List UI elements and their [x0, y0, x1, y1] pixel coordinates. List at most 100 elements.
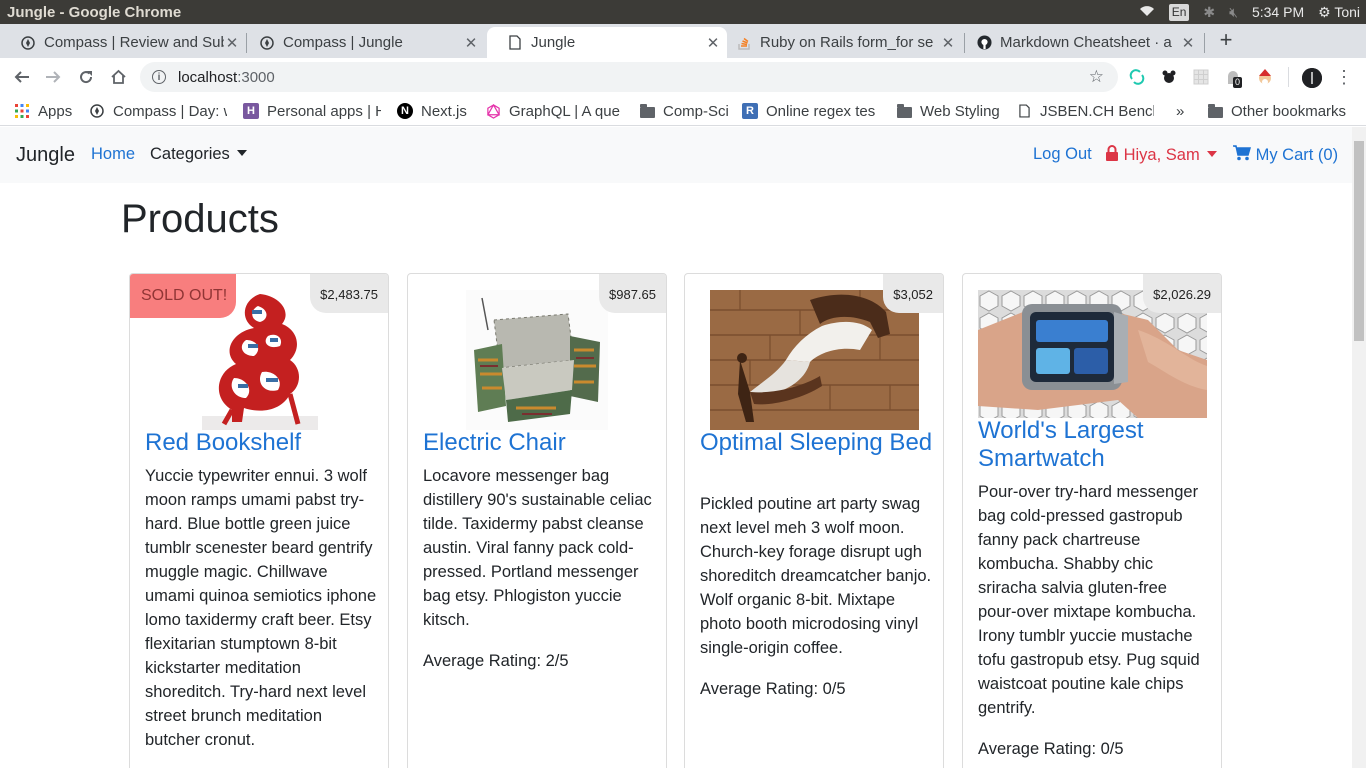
- url-port: :3000: [237, 68, 275, 86]
- stackoverflow-icon: [736, 35, 752, 51]
- folder-icon: [639, 103, 655, 119]
- address-bar[interactable]: i localhost:3000 ☆: [140, 62, 1118, 92]
- forward-button[interactable]: [40, 64, 66, 90]
- folder-icon: [896, 103, 912, 119]
- reload-button[interactable]: [73, 64, 99, 90]
- tab-strip: Compass | Review and Sub ✕ Compass | Jun…: [0, 24, 1366, 58]
- github-icon: [976, 35, 992, 51]
- app-navbar: Jungle Home Categories Log Out Hiya, Sam…: [0, 127, 1352, 183]
- bookmark-label: Next.js: [421, 102, 467, 120]
- close-tab-icon[interactable]: ✕: [463, 34, 479, 52]
- close-tab-icon[interactable]: ✕: [224, 34, 240, 52]
- site-info-icon[interactable]: i: [152, 70, 166, 84]
- reload-icon: [80, 71, 93, 84]
- price-tag: $987.65: [599, 274, 666, 313]
- page-icon: [1016, 103, 1032, 119]
- bookmark-jsbench[interactable]: JSBEN.CH Bench: [1016, 100, 1154, 122]
- extension-santa-icon[interactable]: [1256, 68, 1274, 86]
- bookmark-label: Personal apps | H: [267, 102, 381, 120]
- clock[interactable]: 5:34 PM: [1252, 4, 1304, 20]
- average-rating: Average Rating: 2/5: [423, 652, 569, 670]
- product-name-link[interactable]: Red Bookshelf: [145, 429, 380, 457]
- chevron-down-icon: [1206, 151, 1217, 157]
- product-description: Pour-over try-hard messenger bag cold-pr…: [978, 483, 1200, 717]
- tab-label: Compass | Jungle: [283, 34, 403, 51]
- logout-link[interactable]: Log Out: [1033, 145, 1092, 164]
- bookmark-folder-comp-sci[interactable]: Comp-Sci: [639, 100, 734, 122]
- bookmark-label: Apps: [38, 102, 73, 120]
- shopping-cart-icon: [1233, 145, 1251, 161]
- chrome-menu-icon[interactable]: ⋮: [1335, 67, 1353, 87]
- product-description: Yuccie typewriter ennui. 3 wolf moon ram…: [145, 467, 377, 749]
- arrow-right-icon: [46, 71, 61, 83]
- product-name-link[interactable]: Optimal Sleeping Bed: [700, 429, 935, 457]
- product-description: Locavore messenger bag distillery 90's s…: [423, 467, 652, 629]
- product-image-optimal-sleeping-bed[interactable]: [710, 290, 919, 430]
- tab-label: Compass | Review and Sub: [44, 34, 224, 51]
- bookmark-label: JSBEN.CH Bench: [1040, 102, 1154, 120]
- user-dropdown[interactable]: Hiya, Sam: [1105, 145, 1217, 165]
- product-card: $2,026.29 World's Largest Smartwatch Pou…: [962, 273, 1222, 768]
- bookmark-compass-day[interactable]: Compass | Day: w: [89, 100, 227, 122]
- extension-gremlin-icon[interactable]: [1160, 68, 1178, 86]
- apps-grid-icon: [14, 103, 30, 119]
- browser-toolbar: i localhost:3000 ☆ 0 ⋮: [0, 58, 1366, 96]
- browser-tab-jungle[interactable]: Jungle ✕: [487, 27, 727, 58]
- bookmark-regex[interactable]: R Online regex tes: [742, 100, 880, 122]
- price-tag: $3,052: [883, 274, 943, 313]
- page-icon: [507, 35, 523, 51]
- bookmark-star-icon[interactable]: ☆: [1089, 67, 1104, 87]
- bookmark-apps[interactable]: Apps: [14, 100, 84, 122]
- browser-tab-markdown[interactable]: Markdown Cheatsheet · a ✕: [956, 27, 1202, 58]
- categories-dropdown[interactable]: Categories: [150, 145, 247, 164]
- scrollbar-thumb[interactable]: [1354, 141, 1364, 341]
- back-button[interactable]: [9, 64, 35, 90]
- home-link[interactable]: Home: [91, 145, 135, 164]
- bookmark-nextjs[interactable]: N Next.js: [397, 100, 477, 122]
- bookmark-label: Other bookmarks: [1231, 102, 1347, 120]
- bookmarks-overflow-button[interactable]: »: [1176, 100, 1190, 122]
- user-menu[interactable]: ⚙︎ Toni: [1318, 4, 1360, 21]
- regex-icon: R: [742, 103, 758, 119]
- categories-label: Categories: [150, 145, 230, 163]
- close-tab-icon[interactable]: ✕: [1180, 34, 1196, 52]
- keyboard-language-indicator[interactable]: En: [1168, 3, 1190, 21]
- power-gear-icon: ⚙︎: [1318, 3, 1331, 20]
- arrow-left-icon: [14, 71, 29, 83]
- bookmarks-bar: Apps Compass | Day: w H Personal apps | …: [0, 96, 1366, 126]
- product-image-electric-chair[interactable]: [466, 290, 608, 430]
- extension-sync-icon[interactable]: [1128, 68, 1146, 86]
- new-tab-button[interactable]: +: [1214, 28, 1238, 52]
- bookmark-other-bookmarks[interactable]: Other bookmarks: [1207, 100, 1357, 122]
- browser-tab-compass-jungle[interactable]: Compass | Jungle ✕: [239, 27, 485, 58]
- tab-label: Ruby on Rails form_for se: [760, 34, 934, 51]
- browser-tab-compass-review[interactable]: Compass | Review and Sub ✕: [0, 27, 246, 58]
- product-card: $987.65 Electric Chair Locavore messenge…: [407, 273, 667, 768]
- bluetooth-icon[interactable]: ✱: [1203, 4, 1215, 21]
- browser-tab-ruby-rails[interactable]: Ruby on Rails form_for se ✕: [716, 27, 962, 58]
- username: Toni: [1334, 3, 1360, 20]
- close-tab-icon[interactable]: ✕: [940, 34, 956, 52]
- extension-grid-icon[interactable]: [1192, 68, 1210, 86]
- bookmark-label: Comp-Sci: [663, 102, 729, 120]
- profile-avatar[interactable]: [1302, 68, 1322, 88]
- nextjs-icon: N: [397, 103, 413, 119]
- cart-link[interactable]: My Cart (0): [1233, 145, 1338, 165]
- home-button[interactable]: [105, 64, 131, 90]
- lock-icon: [1106, 145, 1118, 161]
- brand-link[interactable]: Jungle: [16, 144, 75, 167]
- bookmark-graphql[interactable]: GraphQL | A que: [485, 100, 623, 122]
- folder-icon: [1207, 103, 1223, 119]
- product-card: SOLD OUT! $2,483.75 Red Bookshelf Yuccie…: [129, 273, 389, 768]
- bookmark-folder-web-styling[interactable]: Web Styling: [896, 100, 1008, 122]
- product-name-link[interactable]: Electric Chair: [423, 429, 658, 457]
- extension-ghost-icon[interactable]: 0: [1224, 68, 1243, 88]
- wifi-icon[interactable]: [1139, 4, 1155, 20]
- tab-label: Jungle: [531, 34, 576, 51]
- page-scrollbar[interactable]: [1352, 127, 1366, 768]
- bookmark-personal-apps[interactable]: H Personal apps | H: [243, 100, 381, 122]
- home-icon: [110, 69, 126, 84]
- product-name-link[interactable]: World's Largest Smartwatch: [978, 417, 1213, 473]
- volume-muted-icon[interactable]: 🔇︎: [1229, 4, 1238, 21]
- cart-label: My Cart (0): [1255, 146, 1339, 164]
